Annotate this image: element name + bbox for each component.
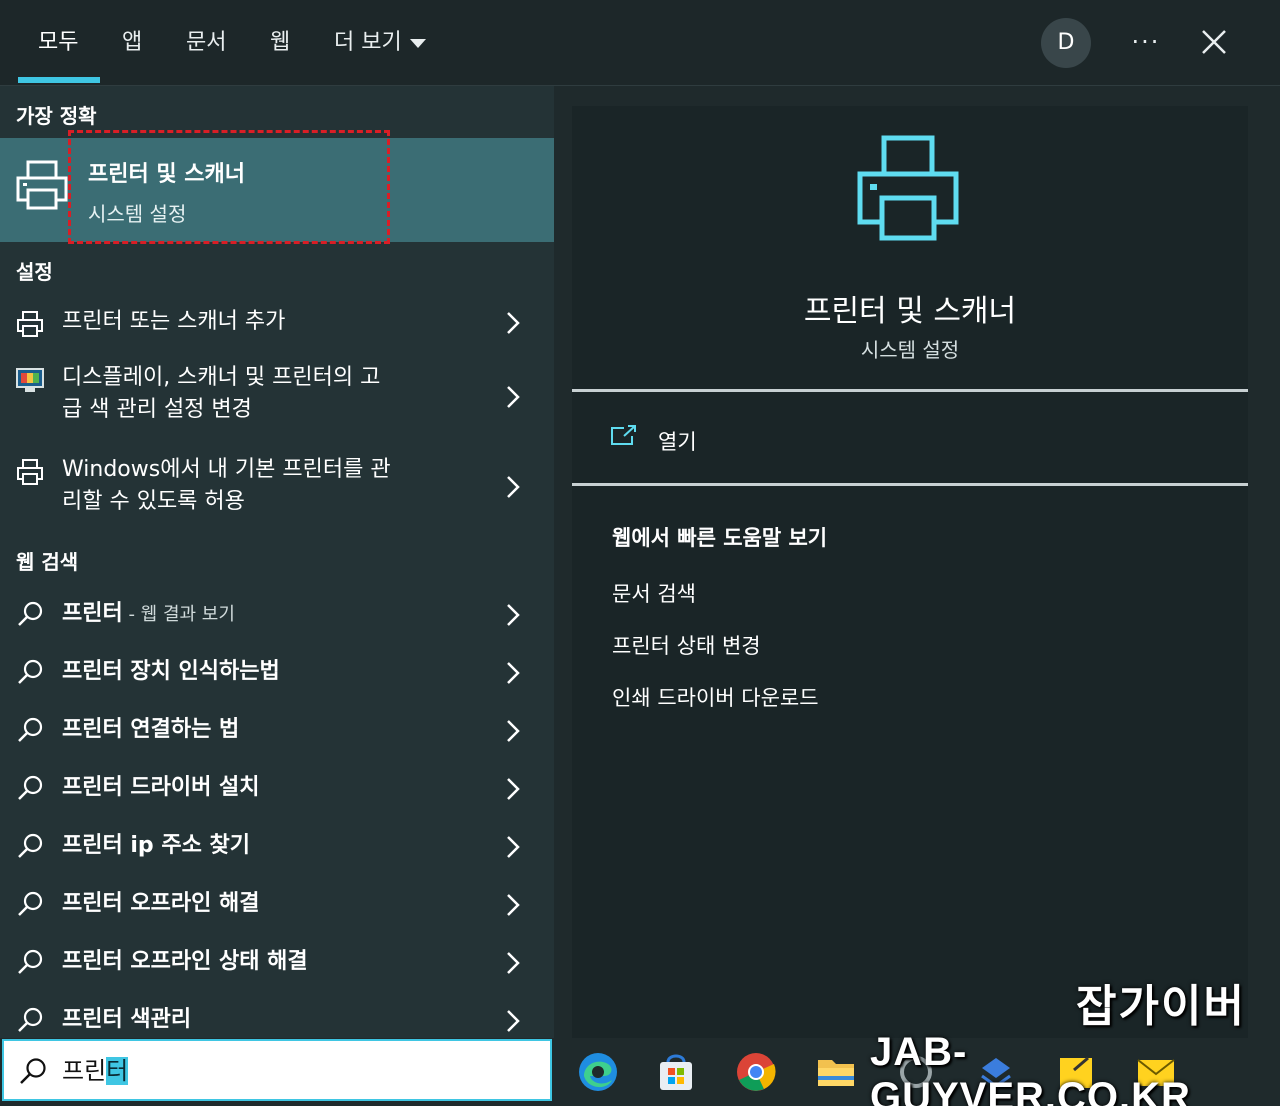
preview-panel: 프린터 및 스캐너 시스템 설정 열기 웹에서 빠른 도움말 보기 문서 검색 … [554, 86, 1280, 1038]
web-result-item[interactable]: 프린터 ip 주소 찾기 [0, 820, 554, 872]
tab-label: 더 보기 [334, 30, 402, 55]
quick-help-section: 웹에서 빠른 도움말 보기 문서 검색 프린터 상태 변경 인쇄 드라이버 다운… [572, 486, 1248, 1038]
chevron-right-icon [507, 952, 520, 974]
close-icon [1202, 30, 1226, 54]
file-explorer-icon[interactable] [814, 1050, 858, 1094]
settings-item-label-line1: 디스플레이, 스캐너 및 프린터의 고 [62, 365, 381, 390]
tab-all[interactable]: 모두 [38, 26, 78, 60]
tab-label: 문서 [186, 30, 227, 55]
settings-heading: 설정 [16, 260, 53, 284]
search-icon [18, 659, 43, 684]
chevron-right-icon [507, 1010, 520, 1032]
search-tabs-bar: 모두 앱 문서 웹 더 보기 D ··· [0, 0, 1280, 86]
printer-icon [857, 135, 959, 241]
active-tab-indicator [18, 77, 100, 83]
chrome-icon[interactable] [734, 1050, 778, 1094]
search-icon [20, 1058, 46, 1084]
chevron-down-icon [409, 38, 426, 48]
watermark-title: 잡가이버 [1076, 981, 1246, 1032]
web-result-item[interactable]: 프린터 드라이버 설치 [0, 762, 554, 814]
web-result-item[interactable]: 프린터 오프라인 상태 해결 [0, 936, 554, 988]
tab-more[interactable]: 더 보기 [334, 26, 426, 60]
help-link[interactable]: 프린터 상태 변경 [612, 630, 761, 660]
best-match-heading: 가장 정확 [16, 104, 97, 128]
web-result-suffix: - 웹 결과 보기 [122, 604, 235, 625]
printer-icon [16, 160, 68, 210]
edge-icon[interactable] [576, 1050, 620, 1094]
app-preview: 프린터 및 스캐너 시스템 설정 [572, 106, 1248, 392]
web-result-item[interactable]: 프린터 - 웹 결과 보기 [0, 588, 554, 640]
settings-item-label-line2: 급 색 관리 설정 변경 [62, 397, 252, 422]
web-result-label: 프린터 오프라인 상태 해결 [62, 949, 308, 974]
chevron-right-icon [507, 476, 520, 498]
tab-label: 웹 [270, 30, 291, 55]
results-panel: 가장 정확 프린터 및 스캐너 시스템 설정 설정 프린터 또는 스캐너 추가 [0, 86, 554, 1038]
display-color-icon [16, 368, 44, 392]
more-icon: ··· [1131, 28, 1161, 56]
web-result-label: 프린터 드라이버 설치 [62, 775, 260, 800]
printer-icon [17, 459, 43, 485]
web-result-text: 프린터 - 웹 결과 보기 [62, 598, 235, 631]
settings-item-color-management[interactable]: 디스플레이, 스캐너 및 프린터의 고 급 색 관리 설정 변경 [0, 358, 554, 436]
web-result-label: 프린터 장치 인식하는법 [62, 659, 280, 684]
chevron-right-icon [507, 312, 520, 334]
tab-web[interactable]: 웹 [270, 26, 290, 60]
preview-subtitle: 시스템 설정 [860, 338, 960, 362]
search-input[interactable]: 프린터 [2, 1039, 552, 1101]
web-result-item[interactable]: 프린터 오프라인 해결 [0, 878, 554, 930]
search-icon [18, 717, 43, 742]
avatar-initial: D [1057, 30, 1075, 55]
settings-item-add-printer[interactable]: 프린터 또는 스캐너 추가 [0, 298, 554, 348]
tab-apps[interactable]: 앱 [122, 26, 142, 60]
best-match-item[interactable]: 프린터 및 스캐너 시스템 설정 [0, 130, 554, 244]
web-result-label: 프린터 [62, 601, 123, 626]
web-result-item[interactable]: 프린터 장치 인식하는법 [0, 646, 554, 698]
search-icon [18, 601, 43, 626]
settings-item-label-line2: 리할 수 있도록 허용 [62, 489, 245, 514]
chevron-right-icon [507, 836, 520, 858]
web-result-item[interactable]: 프린터 연결하는 법 [0, 704, 554, 756]
close-button[interactable] [1194, 22, 1234, 62]
tab-documents[interactable]: 문서 [186, 26, 226, 60]
search-icon [18, 775, 43, 800]
account-avatar[interactable]: D [1041, 18, 1091, 68]
settings-item-default-printer[interactable]: Windows에서 내 기본 프린터를 관 리할 수 있도록 허용 [0, 450, 554, 528]
watermark-url: JAB-GUYVER.CO.KR [870, 1030, 1191, 1106]
quick-help-heading: 웹에서 빠른 도움말 보기 [612, 526, 828, 550]
chevron-right-icon [507, 662, 520, 684]
store-icon[interactable] [654, 1050, 698, 1094]
start-search-window: 모두 앱 문서 웹 더 보기 D ··· 가장 정확 프린터 및 스캐너 시스템… [0, 0, 1280, 1106]
search-icon [18, 891, 43, 916]
search-icon [18, 949, 43, 974]
open-action[interactable]: 열기 [572, 392, 1248, 488]
web-result-label: 프린터 오프라인 해결 [62, 891, 260, 916]
chevron-right-icon [507, 386, 520, 408]
printer-icon [17, 311, 43, 337]
help-link[interactable]: 문서 검색 [612, 578, 696, 608]
web-result-label: 프린터 연결하는 법 [62, 717, 240, 742]
web-result-item[interactable]: 프린터 색관리 [0, 994, 554, 1038]
chevron-right-icon [507, 720, 520, 742]
search-query: 프린터 [62, 1055, 129, 1087]
more-options-button[interactable]: ··· [1126, 22, 1166, 62]
preview-title: 프린터 및 스캐너 [803, 294, 1017, 329]
tab-label: 앱 [122, 30, 143, 55]
chevron-right-icon [507, 894, 520, 916]
annotation-highlight-box [68, 130, 390, 244]
search-icon [18, 833, 43, 858]
search-selected-text: 터 [106, 1057, 129, 1085]
settings-item-label-line1: Windows에서 내 기본 프린터를 관 [62, 457, 391, 482]
open-external-icon [611, 425, 636, 445]
chevron-right-icon [507, 778, 520, 800]
open-label: 열기 [658, 430, 697, 454]
chevron-right-icon [507, 604, 520, 626]
settings-item-label: 프린터 또는 스캐너 추가 [62, 309, 286, 334]
web-search-heading: 웹 검색 [16, 550, 79, 574]
web-result-label: 프린터 ip 주소 찾기 [62, 833, 250, 858]
web-result-label: 프린터 색관리 [62, 1007, 192, 1032]
help-link[interactable]: 인쇄 드라이버 다운로드 [612, 682, 819, 712]
search-icon [18, 1007, 43, 1032]
tab-label: 모두 [38, 30, 79, 55]
search-typed-text: 프린 [62, 1057, 107, 1085]
